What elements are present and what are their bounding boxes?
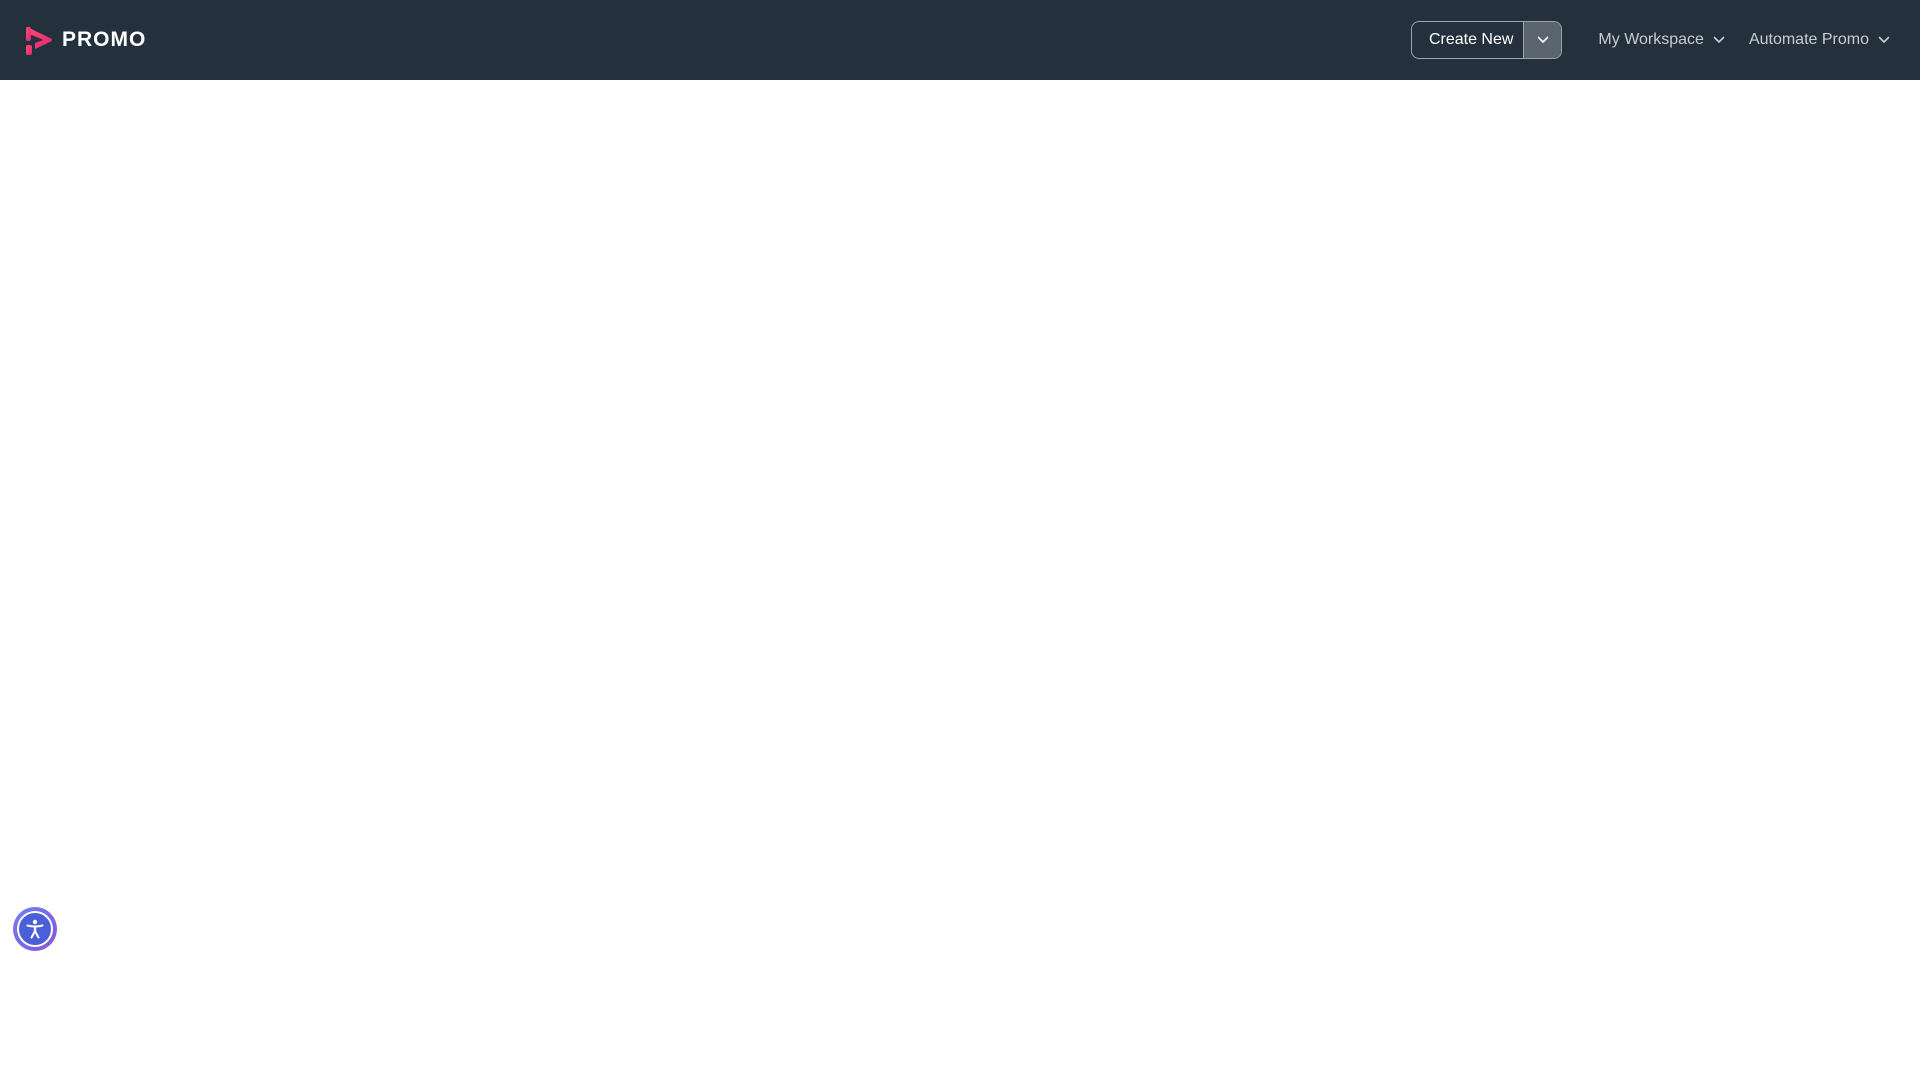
menu-my-workspace[interactable]: My Workspace: [1590, 0, 1733, 80]
top-navigation-bar: PROMO Create New My Workspace Automate P…: [0, 0, 1920, 80]
menu-my-workspace-label: My Workspace: [1598, 31, 1704, 48]
brand-name: PROMO: [62, 28, 147, 51]
menu-automate-promo-label: Automate Promo: [1748, 31, 1869, 48]
create-new-button[interactable]: Create New: [1412, 22, 1523, 58]
accessibility-widget-inner: [17, 911, 53, 947]
chevron-down-icon: [1713, 36, 1725, 43]
create-new-split-button: Create New: [1410, 21, 1563, 59]
chevron-down-icon: [1878, 36, 1890, 43]
promo-logo-icon: [26, 27, 52, 55]
header-nav: Create New My Workspace Automate Promo: [1410, 0, 1898, 80]
brand-logo-link[interactable]: PROMO: [24, 24, 146, 56]
accessibility-person-icon: [26, 919, 44, 939]
accessibility-widget-button[interactable]: [13, 907, 57, 951]
menu-automate-promo[interactable]: Automate Promo: [1741, 0, 1898, 80]
create-new-dropdown-toggle[interactable]: [1523, 22, 1562, 58]
chevron-down-icon: [1537, 36, 1549, 43]
